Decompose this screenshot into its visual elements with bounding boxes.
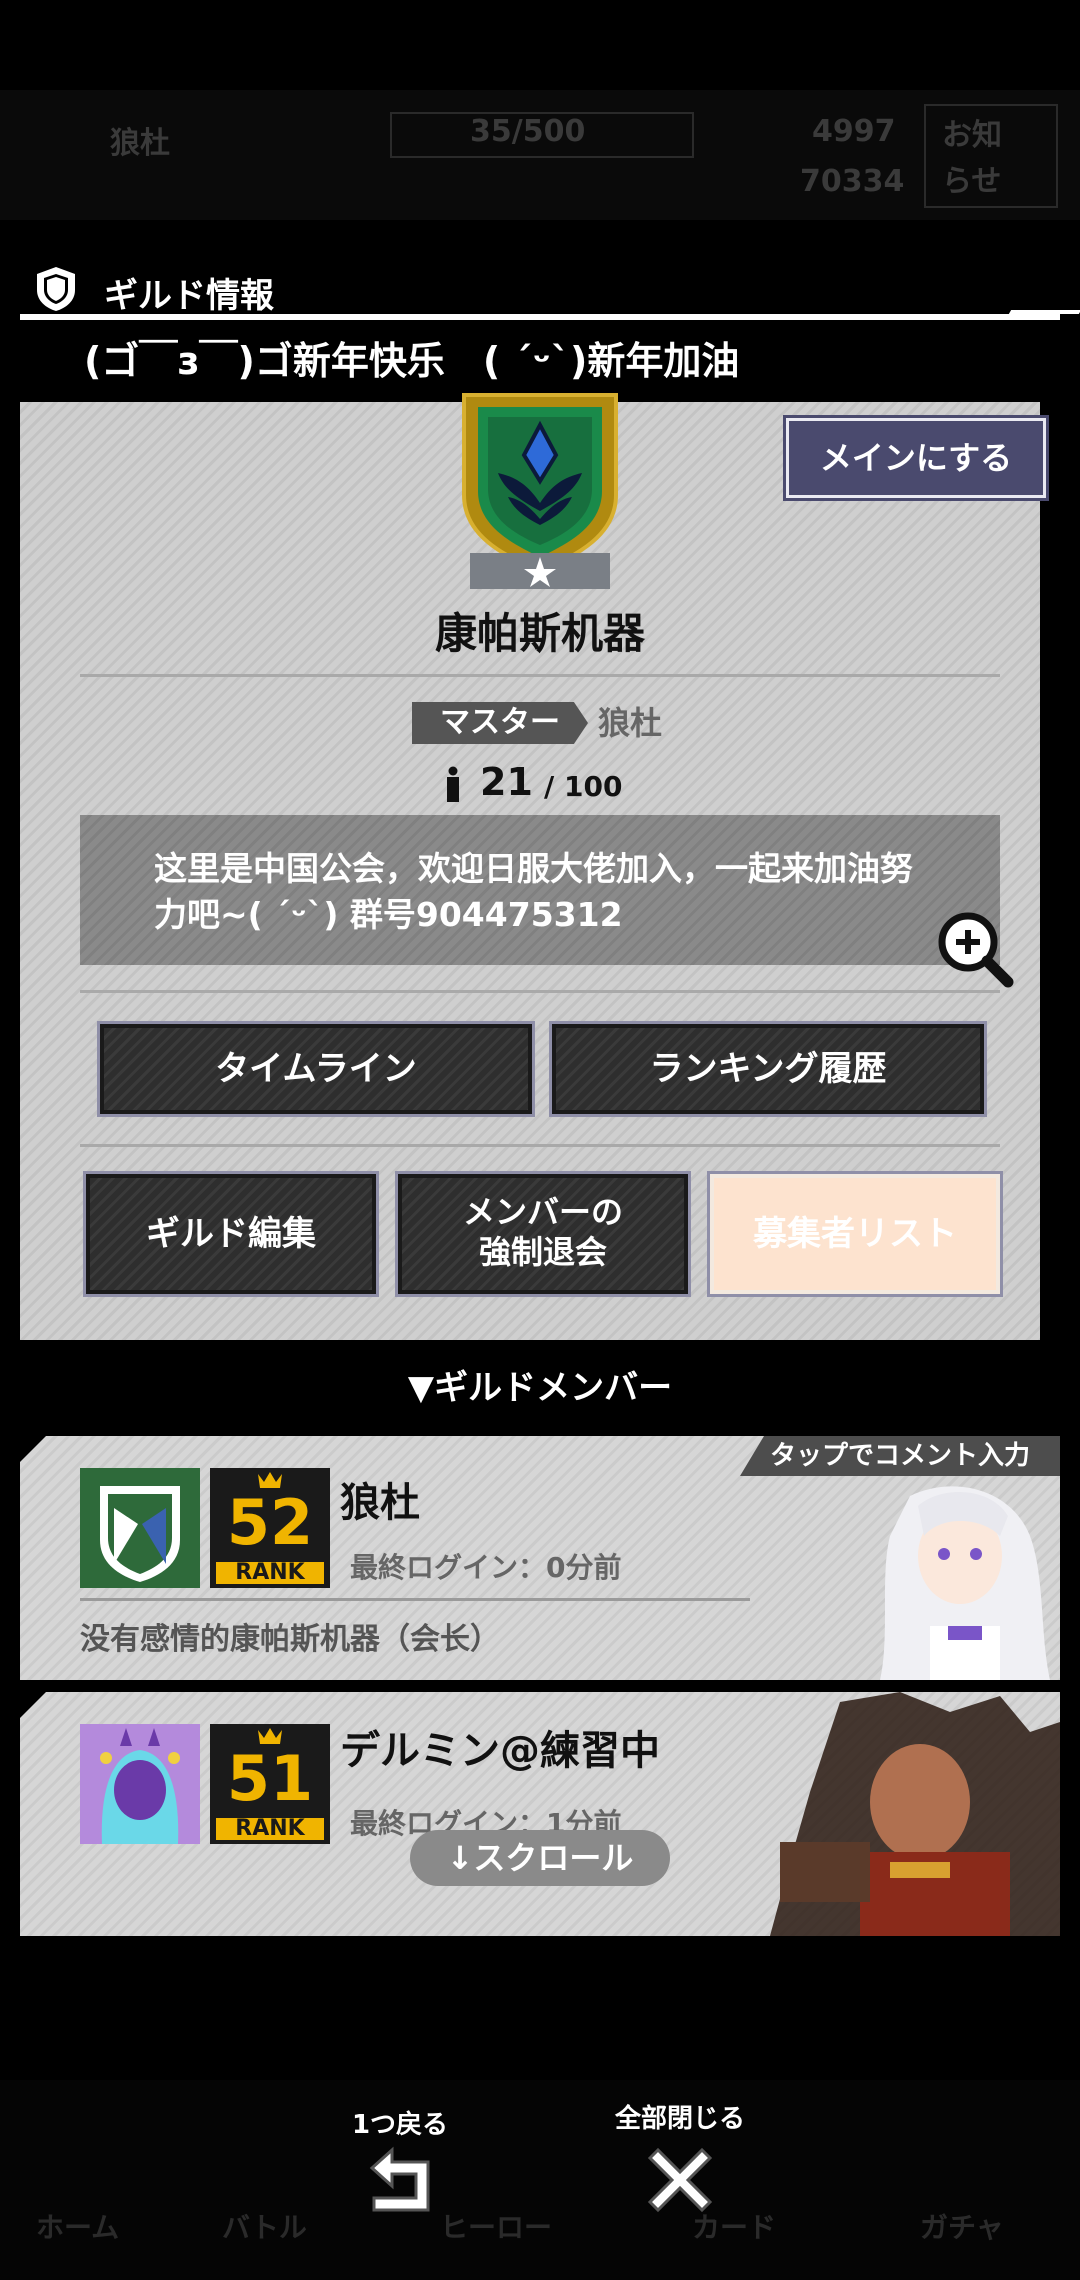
close-all-icon[interactable] [644, 2144, 716, 2216]
bg-tab-hero: ヒーロー [440, 2211, 553, 2244]
divider [80, 990, 1000, 993]
bg-tab-home: ホーム [36, 2211, 120, 2244]
back-arrow-icon[interactable] [358, 2144, 442, 2220]
guild-emblem-icon [462, 393, 618, 589]
force-leave-line-1: メンバーの [462, 1193, 623, 1231]
member-card[interactable]: 51 RANK デルミン@練習中 最終ログイン：1分前 [20, 1692, 1060, 1936]
member-avatar-icon [80, 1724, 200, 1844]
timeline-button[interactable]: タイムライン [100, 1024, 532, 1114]
background-tab-bar: ホーム バトル ヒーロー カード ガチャ [0, 2080, 1080, 2280]
member-count-max: / 100 [544, 770, 623, 803]
zoom-icon[interactable] [932, 906, 1016, 990]
guild-description: 这里是中国公会，欢迎日服大佬加入，一起来加油努力吧~( ´ᵕ`) 群号90447… [154, 849, 913, 934]
rank-number: 51 [226, 1742, 314, 1815]
bg-tab-gacha: ガチャ [920, 2211, 1004, 2244]
member-last-login: 最終ログイン：0分前 [350, 1551, 622, 1584]
ranking-history-button[interactable]: ランキング履歴 [552, 1024, 984, 1114]
member-comment: 没有感情的康帕斯机器（会长） [80, 1622, 500, 1657]
master-label: マスター [412, 702, 588, 744]
force-leave-line-2: 強制退会 [478, 1233, 607, 1271]
bg-count: 35/500 [470, 114, 586, 149]
guild-name: 康帕斯机器 [434, 609, 645, 658]
person-icon [447, 766, 459, 802]
bg-notice-bottom: らせ [942, 164, 1002, 199]
bg-value-1: 4997 [812, 114, 896, 149]
header-accent [1008, 310, 1080, 314]
divider [80, 1144, 1000, 1147]
members-section-title: ▼ギルドメンバー [407, 1368, 673, 1408]
close-all-label: 全部閉じる [614, 2104, 745, 2134]
character-portrait-icon [770, 1692, 1060, 1936]
member-name: 狼杜 [340, 1480, 420, 1526]
header-divider [20, 314, 1060, 320]
rank-label: RANK [235, 1560, 305, 1585]
bg-value-2: 70334 [800, 164, 905, 199]
master-name: 狼杜 [598, 704, 663, 742]
dialog-header: ギルド情報 [20, 262, 1080, 322]
character-portrait-icon [880, 1486, 1050, 1680]
member-avatar-icon [80, 1468, 200, 1588]
bg-tab-battle: バトル [222, 2211, 307, 2244]
applicant-list-button[interactable]: 募集者リスト [710, 1174, 1000, 1294]
set-main-button[interactable]: メインにする [786, 418, 1046, 498]
back-label: 1つ戻る [351, 2110, 449, 2140]
member-count-current: 21 [480, 760, 533, 804]
rank-badge: 51 RANK [210, 1724, 330, 1844]
dialog-title: ギルド情報 [104, 276, 274, 316]
bg-notice-top: お知 [942, 118, 1002, 153]
background-status-bar: 狼杜 35/500 4997 70334 お知 らせ [0, 90, 1080, 220]
divider [80, 674, 1000, 677]
scroll-hint: ↓スクロール [410, 1830, 670, 1886]
guild-edit-button[interactable]: ギルド編集 [86, 1174, 376, 1294]
rank-label: RANK [235, 1816, 305, 1841]
bg-player-name: 狼杜 [110, 126, 170, 161]
divider [80, 1598, 750, 1601]
guild-shield-icon [37, 267, 75, 311]
rank-badge: 52 RANK [210, 1468, 330, 1588]
rank-number: 52 [226, 1486, 314, 1559]
tap-comment-hint[interactable]: タップでコメント入力 [740, 1436, 1060, 1476]
member-card[interactable]: タップでコメント入力 52 RANK 狼杜 最終ログイン：0分前 没有感情的康帕… [20, 1436, 1060, 1680]
guild-message: (ゴ￣з￣)ゴ新年快乐 ( ´ᵕ`)新年加油 [84, 339, 740, 383]
member-name: デルミン@練習中 [340, 1728, 660, 1774]
force-leave-button[interactable]: メンバーの 強制退会 [398, 1174, 688, 1294]
